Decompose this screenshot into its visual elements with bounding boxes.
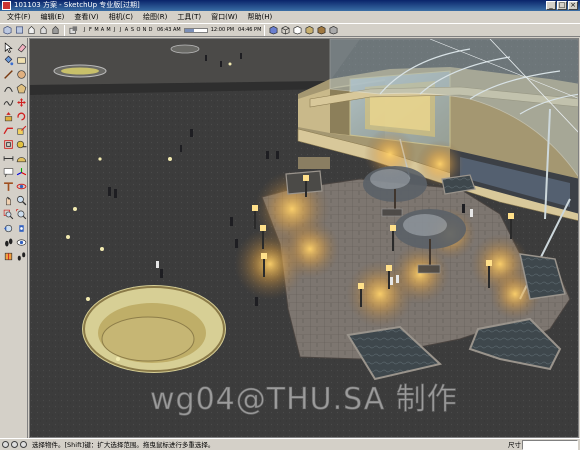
walk-feet-icon[interactable] bbox=[15, 250, 27, 262]
scale-icon[interactable] bbox=[15, 124, 27, 136]
time-slider[interactable] bbox=[183, 27, 208, 33]
measurements-box[interactable] bbox=[522, 440, 578, 450]
zoomwindow-icon[interactable] bbox=[2, 208, 14, 220]
pushpull-icon[interactable] bbox=[2, 110, 14, 122]
previous-icon[interactable] bbox=[2, 222, 14, 234]
back-view-icon[interactable] bbox=[50, 25, 61, 36]
title-bar: 101103 方案 - SketchUp 专业版[过期] _ □ × bbox=[0, 0, 580, 11]
walk-icon[interactable] bbox=[2, 236, 14, 248]
close-button[interactable]: × bbox=[568, 1, 578, 10]
lookaround-icon[interactable] bbox=[15, 236, 27, 248]
status-message: 选择物件。[Shift]键：扩大选择范围。拖曳鼠标进行多重选择。 bbox=[32, 441, 215, 449]
status-icons bbox=[2, 441, 27, 448]
watermark-text: wg04@THU.SA 制作 bbox=[150, 382, 458, 418]
toolbar-separator bbox=[264, 24, 266, 36]
dimension-icon[interactable] bbox=[2, 152, 14, 164]
month-label: M bbox=[94, 27, 99, 33]
time-start: 06:43 AM bbox=[157, 27, 181, 33]
section-icon[interactable] bbox=[2, 250, 14, 262]
menu-camera[interactable]: 相机(C) bbox=[104, 11, 138, 23]
month-label: A bbox=[100, 27, 105, 33]
measurements-label: 尺寸 bbox=[508, 441, 521, 449]
rectangle-icon[interactable] bbox=[15, 54, 27, 66]
zoomextents-icon[interactable] bbox=[15, 208, 27, 220]
protractor-icon[interactable] bbox=[15, 152, 27, 164]
shaded-textures-icon[interactable] bbox=[316, 25, 327, 36]
month-label: N bbox=[142, 27, 147, 33]
right-view-icon[interactable] bbox=[38, 25, 49, 36]
zoom-icon[interactable] bbox=[15, 194, 27, 206]
monochrome-icon[interactable] bbox=[328, 25, 339, 36]
window-title: 101103 方案 - SketchUp 专业版[过期] bbox=[14, 1, 140, 9]
tape-icon[interactable] bbox=[15, 138, 27, 150]
wireframe-icon[interactable] bbox=[280, 25, 291, 36]
minimize-button[interactable]: _ bbox=[546, 1, 556, 10]
menu-tools[interactable]: 工具(T) bbox=[172, 11, 206, 23]
status-bar: 选择物件。[Shift]键：扩大选择范围。拖曳鼠标进行多重选择。 尺寸 bbox=[0, 438, 580, 450]
time-end: 04:46 PM bbox=[238, 27, 262, 33]
circle-icon[interactable] bbox=[15, 68, 27, 80]
shadow-settings-icon[interactable] bbox=[68, 25, 79, 36]
month-slider[interactable]: J F M A M J J A S O N D bbox=[82, 27, 153, 33]
month-label: J bbox=[113, 27, 116, 33]
month-label: J bbox=[119, 27, 122, 33]
window-controls: _ □ × bbox=[546, 1, 578, 10]
hidden-line-icon[interactable] bbox=[292, 25, 303, 36]
offset-icon[interactable] bbox=[2, 138, 14, 150]
axes-icon[interactable] bbox=[15, 166, 27, 178]
maximize-button[interactable]: □ bbox=[557, 1, 567, 10]
month-label: F bbox=[89, 27, 92, 33]
menu-draw[interactable]: 绘图(R) bbox=[138, 11, 172, 23]
menu-help[interactable]: 帮助(H) bbox=[242, 11, 277, 23]
time-noon: 12:00 PM bbox=[210, 27, 235, 33]
menu-view[interactable]: 查看(V) bbox=[69, 11, 103, 23]
toolbar: J F M A M J J A S O N D 06:43 AM 12:00 P… bbox=[0, 23, 580, 37]
3dtext-icon[interactable] bbox=[2, 180, 14, 192]
sketchup-window: 101103 方案 - SketchUp 专业版[过期] _ □ × 文件(F)… bbox=[0, 0, 580, 450]
orbit-icon[interactable] bbox=[15, 180, 27, 192]
3d-viewport[interactable]: wg04@THU.SA 制作 bbox=[29, 38, 579, 438]
top-view-icon[interactable] bbox=[14, 25, 25, 36]
month-label: O bbox=[136, 27, 141, 33]
line-icon[interactable] bbox=[2, 68, 14, 80]
help-icon[interactable] bbox=[20, 441, 27, 448]
followme-icon[interactable] bbox=[2, 124, 14, 136]
paint-bucket-icon[interactable] bbox=[2, 54, 14, 66]
month-label: M bbox=[106, 27, 111, 33]
credits-icon[interactable] bbox=[11, 441, 18, 448]
arc-icon[interactable] bbox=[2, 82, 14, 94]
month-label: J bbox=[83, 27, 86, 33]
menu-window[interactable]: 窗口(W) bbox=[206, 11, 242, 23]
app-icon bbox=[2, 1, 11, 10]
xray-icon[interactable] bbox=[268, 25, 279, 36]
toolbar-separator bbox=[64, 24, 65, 36]
text-icon[interactable] bbox=[2, 166, 14, 178]
month-label: D bbox=[148, 27, 153, 33]
freehand-icon[interactable] bbox=[2, 96, 14, 108]
tool-palette bbox=[0, 38, 28, 438]
select-icon[interactable] bbox=[2, 41, 14, 53]
position-camera-icon[interactable] bbox=[15, 222, 27, 234]
shaded-icon[interactable] bbox=[304, 25, 315, 36]
iso-view-icon[interactable] bbox=[2, 25, 13, 36]
pan-icon[interactable] bbox=[2, 194, 14, 206]
rotate-icon[interactable] bbox=[15, 110, 27, 122]
month-label: S bbox=[130, 27, 135, 33]
menu-edit[interactable]: 编辑(E) bbox=[36, 11, 70, 23]
menu-bar: 文件(F) 编辑(E) 查看(V) 相机(C) 绘图(R) 工具(T) 窗口(W… bbox=[0, 11, 580, 23]
menu-file[interactable]: 文件(F) bbox=[2, 11, 36, 23]
month-label: A bbox=[124, 27, 129, 33]
eraser-icon[interactable] bbox=[15, 41, 27, 53]
move-icon[interactable] bbox=[15, 96, 27, 108]
polygon-icon[interactable] bbox=[15, 82, 27, 94]
front-view-icon[interactable] bbox=[26, 25, 37, 36]
geo-location-icon[interactable] bbox=[2, 441, 9, 448]
